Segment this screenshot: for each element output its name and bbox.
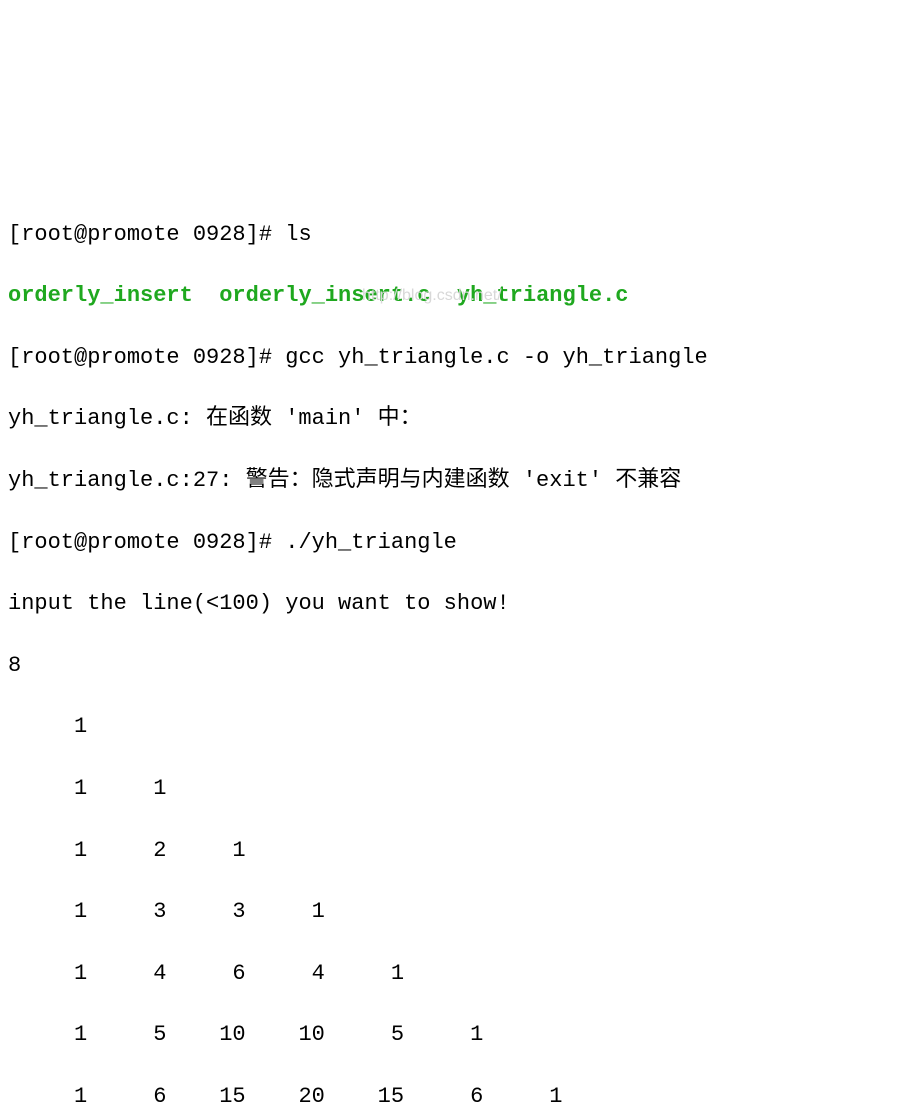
triangle-row: 1 1 <box>8 774 896 805</box>
shell-prompt: [root@promote 0928]# <box>8 222 285 247</box>
gcc-output-1: yh_triangle.c: 在函数 'main' 中： <box>8 404 896 435</box>
command-run: ./yh_triangle <box>285 530 457 555</box>
command-gcc: gcc yh_triangle.c -o yh_triangle <box>285 345 707 370</box>
gcc-output-2: yh_triangle.c:27: 警告：隐式声明与内建函数 'exit' 不兼… <box>8 466 896 497</box>
triangle-row: 1 3 3 1 <box>8 897 896 928</box>
shell-prompt: [root@promote 0928]# <box>8 530 285 555</box>
program-prompt: input the line(<100) you want to show! <box>8 589 896 620</box>
triangle-row: 1 5 10 10 5 1 <box>8 1020 896 1051</box>
triangle-row: 1 2 1 <box>8 836 896 867</box>
command-ls: ls <box>285 222 311 247</box>
triangle-row: 1 6 15 20 15 6 1 <box>8 1082 896 1112</box>
user-input-value: 8 <box>8 651 896 682</box>
triangle-row: 1 4 6 4 1 <box>8 959 896 990</box>
terminal-output[interactable]: [root@promote 0928]# ls orderly_insert o… <box>8 189 896 1112</box>
shell-prompt: [root@promote 0928]# <box>8 345 285 370</box>
triangle-row: 1 <box>8 712 896 743</box>
ls-output: orderly_insert orderly_insert.c yh_trian… <box>8 281 896 312</box>
